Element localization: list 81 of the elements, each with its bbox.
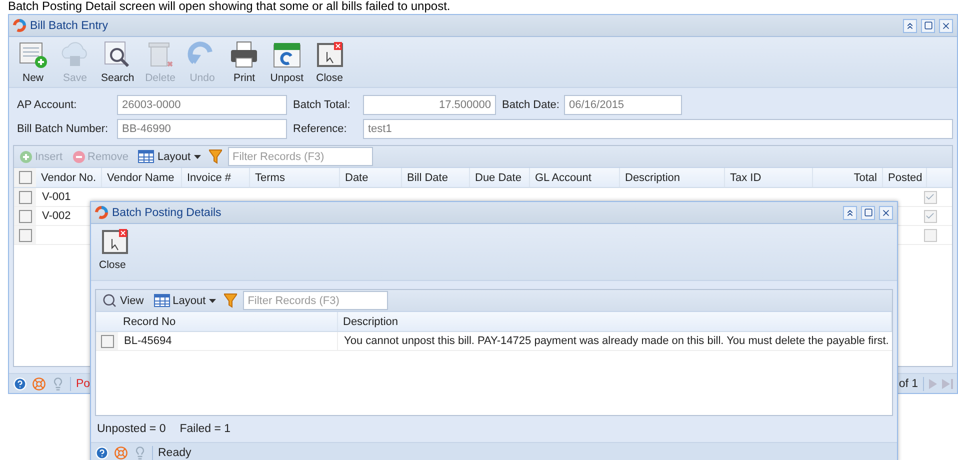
summary-text: Unposted = 0 [97,423,166,435]
checkbox[interactable] [18,171,32,184]
toolbar-button[interactable]: Unpost [266,39,308,85]
column-header[interactable]: Description [338,312,892,331]
input-field[interactable]: 17.500000 [363,95,496,115]
status-text: Po [76,378,90,390]
lifebuoy-icon[interactable] [32,376,46,390]
summary-text: Failed = 1 [180,423,231,435]
column-header[interactable]: Due Date [470,168,530,187]
filter-icon [208,149,222,164]
toolbar-button[interactable]: Search [97,39,138,85]
field-label: Bill Batch Number: [17,123,110,135]
column-header[interactable]: Vendor No. [36,168,102,187]
filter-field[interactable]: Filter Records (F3) [228,147,373,166]
checkbox[interactable] [924,228,936,242]
column-header[interactable]: Record No [118,312,338,331]
caret-icon [208,298,216,302]
filter-field[interactable]: Filter Records (F3) [242,291,388,310]
app-logo-icon [13,19,26,32]
input-field[interactable]: test1 [363,119,953,139]
caret-icon [194,154,201,158]
checkbox[interactable] [100,334,114,348]
field-label: AP Account: [17,99,78,111]
column-header[interactable]: Invoice # [182,168,250,187]
lightbulb-icon[interactable] [133,446,147,460]
maximize-icon[interactable] [861,206,875,220]
table-icon [138,150,154,163]
column-header[interactable]: Posted [883,168,927,187]
checkbox[interactable] [18,210,32,222]
toolbar-button[interactable]: Layout [136,150,203,163]
toolbar-button[interactable]: Close [310,39,350,85]
field-label: Batch Date: [502,99,560,111]
collapse-icon[interactable] [843,206,857,220]
dialog-title: Batch Posting Details [112,206,222,218]
checkbox[interactable] [924,210,936,222]
close-icon[interactable] [879,206,893,220]
close-window-icon [99,227,131,257]
input-field[interactable]: BB-46990 [117,119,287,139]
checkbox[interactable] [18,228,32,242]
minus-icon [72,150,85,162]
input-field[interactable]: 26003-0000 [117,95,287,115]
table-icon [154,294,170,307]
column-header[interactable]: GL Account [530,168,620,187]
status-text: Ready [158,446,192,458]
toolbar-button[interactable]: Close [95,226,135,272]
checkbox[interactable] [924,190,936,204]
table-cell-text: You cannot unpost this bill. PAY-14725 payment was already made on this bill. You must delete the payable first. [343,334,890,349]
caption-text: Batch Posting Detail screen will open showing that some or all bills failed to unpost. [7,0,452,14]
help-icon[interactable] [13,376,27,390]
checkbox[interactable] [18,190,32,204]
help-icon[interactable] [95,446,109,460]
column-header[interactable]: Tax ID [725,168,813,187]
toolbar-button[interactable]: View [100,293,146,308]
app-logo-icon [95,206,108,219]
plus-icon [20,150,32,162]
lifebuoy-icon[interactable] [114,446,128,460]
toolbar-button[interactable]: Print [224,39,264,85]
table-cell: BL-45694 [118,332,338,350]
search-icon [102,293,117,308]
table-cell: V-001 [42,191,71,203]
lightbulb-icon[interactable] [51,376,65,390]
column-header[interactable]: Bill Date [402,168,470,187]
maximize-icon[interactable] [921,18,935,32]
column-header[interactable]: Terms [250,168,340,187]
collapse-icon[interactable] [903,18,917,32]
field-label: Reference: [293,123,348,135]
filter-icon [224,293,237,308]
close-icon[interactable] [939,18,953,32]
toolbar-button[interactable]: Layout [152,294,218,307]
window-title: Bill Batch Entry [30,20,109,32]
pager-text: of 1 [898,378,918,390]
calendar-icon [270,40,303,70]
new-document-icon [17,40,49,70]
input-field[interactable]: 06/16/2015 [564,95,682,115]
column-header[interactable]: Date [340,168,402,187]
field-label: Batch Total: [293,99,352,111]
column-header[interactable]: Vendor Name [102,168,182,187]
column-header[interactable]: Description [620,168,725,187]
toolbar-button[interactable]: New [13,39,53,85]
column-header[interactable]: Total [813,168,883,187]
table-cell: V-002 [42,210,71,222]
